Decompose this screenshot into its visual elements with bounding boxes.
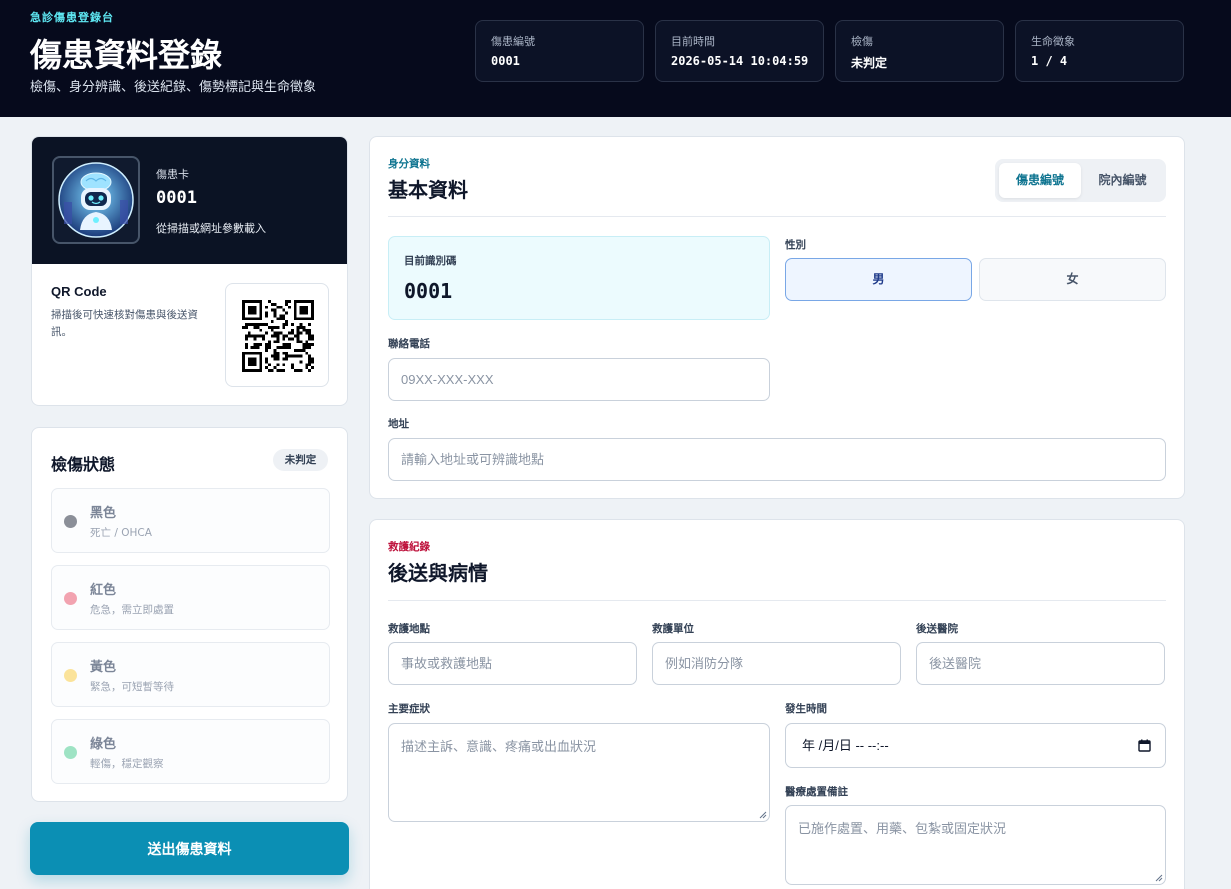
triage-option-name: 黑色 [90,506,117,521]
incident-time-label: 發生時間 [785,703,827,715]
resize-handle-icon[interactable] [759,811,767,819]
phone-input[interactable] [388,358,770,401]
triage-dot [64,746,77,759]
avatar [52,156,140,244]
patient-card: 傷患卡 0001 從掃描或網址參數載入 QR Code 掃描後可快速核對傷患與後… [31,136,348,406]
triage-title: 檢傷狀態 [51,455,116,474]
hospital-label: 後送醫院 [916,623,958,635]
stat-label: 傷患編號 [491,35,535,48]
triage-dot [64,669,77,682]
triage-option-desc: 輕傷，穩定觀察 [90,758,164,770]
basic-info-card: 身分資料 基本資料 傷患編號 院內編號 目前識別碼 0001 性別 男 女 聯絡… [369,136,1185,499]
rescue-site-input[interactable] [388,642,637,685]
address-label: 地址 [388,418,409,430]
stat-current-time: 目前時間 2026-05-14 10:04:59 [655,20,824,82]
treatment-textarea[interactable] [785,805,1166,885]
address-input[interactable] [388,438,1166,481]
section-kicker: 身分資料 [388,158,430,170]
triage-option-desc: 緊急，可短暫等待 [90,681,174,693]
resize-handle-icon[interactable] [1155,874,1163,882]
tab-patient-id[interactable]: 傷患編號 [999,163,1081,198]
triage-option-green[interactable]: 綠色 輕傷，穩定觀察 [51,719,330,784]
symptom-textarea[interactable] [388,723,770,822]
stat-label: 檢傷 [851,35,873,48]
stat-patient-id: 傷患編號 0001 [475,20,644,82]
qr-code-icon [242,300,314,372]
section-divider [388,600,1166,601]
stat-triage: 檢傷 未判定 [835,20,1004,82]
phone-label: 聯絡電話 [388,338,430,350]
page-header: 急診傷患登錄台 傷患資料登錄 檢傷、身分辨識、後送紀錄、傷勢標記與生命徵象 傷患… [0,0,1231,117]
id-type-toggle: 傷患編號 院內編號 [995,159,1166,202]
section-title: 基本資料 [388,178,468,202]
triage-option-red[interactable]: 紅色 危急，需立即處置 [51,565,330,630]
qr-code [225,283,329,387]
submit-patient-button[interactable]: 送出傷患資料 [30,822,349,875]
stat-value: 2026-05-14 10:04:59 [671,54,809,68]
robot-avatar-icon [58,162,134,238]
triage-option-desc: 危急，需立即處置 [90,604,174,616]
section-divider [388,216,1166,217]
triage-option-desc: 死亡 / OHCA [90,527,152,539]
triage-status-badge: 未判定 [273,449,328,471]
qr-description: 掃描後可快速核對傷患與後送資訊。 [51,309,198,338]
triage-option-name: 綠色 [90,737,117,752]
patient-card-id: 0001 [156,188,197,208]
triage-card: 檢傷狀態 未判定 黑色 死亡 / OHCA 紅色 危急，需立即處置 黃色 緊急，… [31,427,348,802]
patient-card-header: 傷患卡 0001 從掃描或網址參數載入 [32,137,347,264]
triage-option-yellow[interactable]: 黃色 緊急，可短暫等待 [51,642,330,707]
tab-hospital-id[interactable]: 院內編號 [1083,163,1162,198]
hospital-input[interactable] [916,642,1165,685]
patient-card-hint: 從掃描或網址參數載入 [156,222,266,235]
treatment-label: 醫療處置備註 [785,786,848,798]
triage-option-black[interactable]: 黑色 死亡 / OHCA [51,488,330,553]
rescue-unit-label: 救護單位 [652,623,694,635]
stat-value: 未判定 [851,56,888,70]
rescue-unit-input[interactable] [652,642,901,685]
triage-dot [64,515,77,528]
stat-value: 0001 [491,54,520,68]
triage-dot [64,592,77,605]
triage-option-name: 黃色 [90,660,117,675]
gender-label: 性別 [785,239,806,251]
symptom-label: 主要症狀 [388,703,430,715]
qr-title: QR Code [51,284,107,299]
calendar-icon[interactable] [1138,739,1151,752]
header-kicker: 急診傷患登錄台 [30,11,114,24]
page-title: 傷患資料登錄 [30,36,223,74]
current-id-value: 0001 [404,279,453,303]
incident-time-placeholder: 年 /月/日 -- --:-- [802,738,889,753]
stat-label: 目前時間 [671,35,715,48]
patient-card-label: 傷患卡 [156,168,189,181]
current-id-label: 目前識別碼 [404,255,457,267]
incident-time-input[interactable]: 年 /月/日 -- --:-- [785,723,1166,768]
stat-vital-signs: 生命徵象 1 / 4 [1015,20,1184,82]
gender-male-button[interactable]: 男 [785,258,972,301]
gender-female-button[interactable]: 女 [979,258,1166,301]
section-title: 後送與病情 [388,561,488,585]
page-subtitle: 檢傷、身分辨識、後送紀錄、傷勢標記與生命徵象 [30,80,317,95]
rescue-site-label: 救護地點 [388,623,430,635]
transport-card: 救護紀錄 後送與病情 救護地點 救護單位 後送醫院 主要症狀 發生時間 年 /月… [369,519,1185,889]
section-kicker: 救護紀錄 [388,541,430,553]
triage-option-name: 紅色 [90,583,117,598]
stat-label: 生命徵象 [1031,35,1075,48]
current-id-box: 目前識別碼 0001 [388,236,770,320]
stat-value: 1 / 4 [1031,54,1068,68]
